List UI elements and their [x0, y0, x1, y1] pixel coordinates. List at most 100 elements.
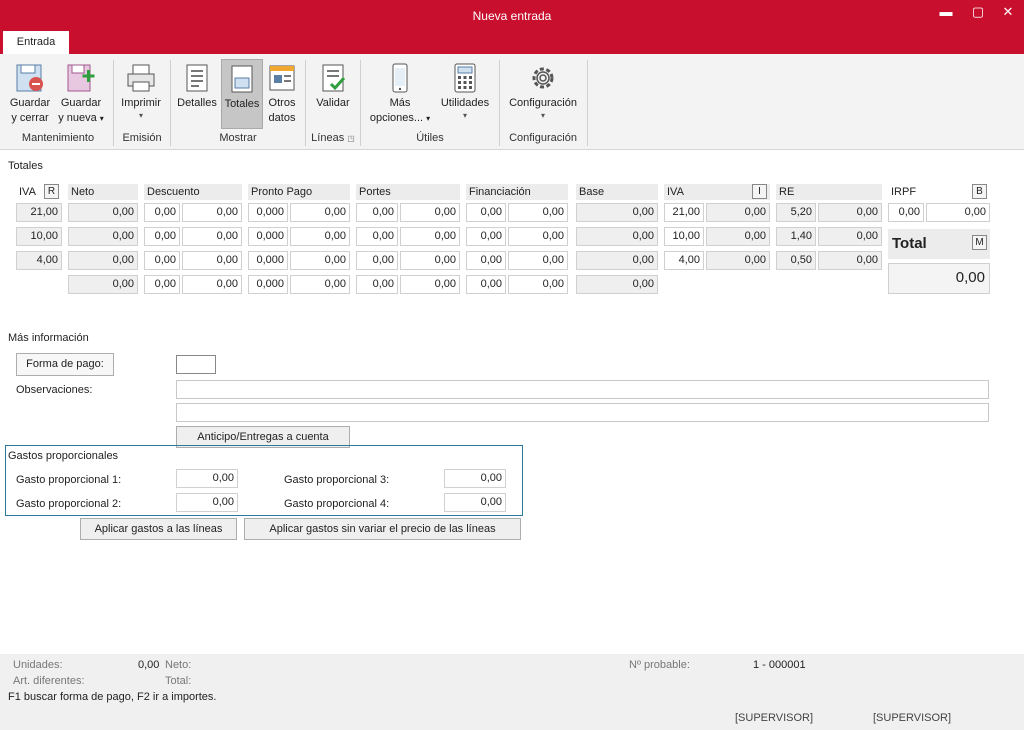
user-label-1: [SUPERVISOR]: [735, 712, 814, 724]
gasto-4-label: Gasto proporcional 4:: [284, 498, 390, 510]
detalles-label: Detalles: [177, 97, 217, 109]
iva-pct-input[interactable]: 10,00: [664, 227, 704, 246]
otros-datos-line2: datos: [268, 112, 296, 124]
header-neto: Neto: [68, 184, 138, 200]
descuento-pct-total-input[interactable]: 0,00: [144, 275, 180, 294]
irpf-input[interactable]: 0,00: [926, 203, 990, 222]
financiacion-input[interactable]: 0,00: [508, 251, 568, 270]
user-label-2: [SUPERVISOR]: [873, 712, 952, 724]
irpf-pct-input[interactable]: 0,00: [888, 203, 924, 222]
portes-pct-total-input[interactable]: 0,00: [356, 275, 398, 294]
group-emision: Emisión: [122, 132, 162, 144]
financiacion-pct-input[interactable]: 0,00: [466, 227, 506, 246]
group-lineas: Líneas ◳: [306, 132, 360, 144]
descuento-pct-input[interactable]: 0,00: [144, 227, 180, 246]
descuento-input[interactable]: 0,00: [182, 203, 242, 222]
financiacion-input[interactable]: 0,00: [508, 227, 568, 246]
descuento-input[interactable]: 0,00: [182, 251, 242, 270]
header-iva-cuota: IVA I: [664, 184, 770, 200]
portes-pct-input[interactable]: 0,00: [356, 203, 398, 222]
gasto-1-input[interactable]: 0,00: [176, 469, 238, 488]
totales-button[interactable]: Totales: [221, 59, 263, 129]
mas-opciones-line2: opciones...: [369, 112, 424, 124]
gear-icon: [532, 67, 554, 89]
gasto-3-label: Gasto proporcional 3:: [284, 474, 390, 486]
forma-pago-input[interactable]: [176, 355, 216, 374]
save-new-icon: [67, 64, 95, 92]
pronto-pago-pct-total-input[interactable]: 0,000: [248, 275, 288, 294]
detalles-button[interactable]: Detalles: [174, 62, 220, 111]
gasto-4-input[interactable]: 0,00: [444, 493, 506, 512]
financiacion-input[interactable]: 0,00: [508, 203, 568, 222]
portes-input[interactable]: 0,00: [400, 203, 460, 222]
totales-label: Totales: [224, 98, 260, 110]
pronto-pago-pct-input[interactable]: 0,000: [248, 203, 288, 222]
financiacion-pct-input[interactable]: 0,00: [466, 251, 506, 270]
chevron-down-icon: ▾: [99, 114, 104, 123]
chevron-down-icon: ▾: [540, 111, 545, 120]
financiacion-pct-input[interactable]: 0,00: [466, 203, 506, 222]
guardar-nueva-line2: y nueva: [58, 112, 97, 124]
guardar-cerrar-button[interactable]: Guardar y cerrar: [6, 62, 54, 126]
iva-pct-input[interactable]: 21,00: [664, 203, 704, 222]
forma-pago-button[interactable]: Forma de pago:: [16, 353, 114, 376]
total-m-badge[interactable]: M: [972, 235, 987, 250]
totals-document-icon: [231, 65, 253, 93]
header-financiacion: Financiación: [466, 184, 568, 200]
descuento-pct-input[interactable]: 0,00: [144, 203, 180, 222]
gastos-title: Gastos proporcionales: [8, 450, 119, 462]
ribbon-separator: [170, 60, 171, 146]
re-pct-cell: 1,40: [776, 227, 816, 246]
validar-button[interactable]: Validar: [310, 62, 356, 111]
gasto-2-input[interactable]: 0,00: [176, 493, 238, 512]
pronto-pago-input[interactable]: 0,00: [290, 203, 350, 222]
mas-opciones-button[interactable]: Más opciones... ▾: [364, 62, 436, 126]
printer-icon: [127, 64, 155, 92]
financiacion-pct-total-input[interactable]: 0,00: [466, 275, 506, 294]
maximize-icon[interactable]: ▢: [968, 4, 988, 20]
pronto-pago-input[interactable]: 0,00: [290, 251, 350, 270]
gasto-2-label: Gasto proporcional 2:: [16, 498, 122, 510]
close-icon[interactable]: ✕: [998, 4, 1018, 20]
pronto-pago-total-input[interactable]: 0,00: [290, 275, 350, 294]
portes-input[interactable]: 0,00: [400, 227, 460, 246]
re-cuota-cell: 0,00: [818, 203, 882, 222]
financiacion-total-input[interactable]: 0,00: [508, 275, 568, 294]
calculator-icon: [454, 63, 476, 93]
portes-input[interactable]: 0,00: [400, 251, 460, 270]
aplicar-gastos-button[interactable]: Aplicar gastos a las líneas: [80, 518, 237, 540]
gasto-3-input[interactable]: 0,00: [444, 469, 506, 488]
total-header: Total M: [888, 229, 990, 259]
portes-total-input[interactable]: 0,00: [400, 275, 460, 294]
pronto-pago-pct-input[interactable]: 0,000: [248, 227, 288, 246]
pronto-pago-input[interactable]: 0,00: [290, 227, 350, 246]
aplicar-gastos-sin-variar-button[interactable]: Aplicar gastos sin variar el precio de l…: [244, 518, 521, 540]
iva-pct-input[interactable]: 4,00: [664, 251, 704, 270]
iva-i-badge[interactable]: I: [752, 184, 767, 199]
window-title: Nueva entrada: [472, 9, 552, 23]
descuento-input[interactable]: 0,00: [182, 227, 242, 246]
tab-entrada[interactable]: Entrada: [3, 31, 69, 54]
configuracion-button[interactable]: Configuración ▾: [503, 62, 583, 121]
otros-datos-button[interactable]: Otros datos: [264, 62, 300, 126]
imprimir-button[interactable]: Imprimir ▾: [116, 62, 166, 121]
utilidades-button[interactable]: Utilidades ▾: [436, 62, 494, 121]
iva-rate-cell: 10,00: [16, 227, 62, 246]
observaciones-input-1[interactable]: [176, 380, 989, 399]
mas-info-section-title: Más información: [8, 332, 89, 344]
guardar-nueva-button[interactable]: Guardar y nueva ▾: [56, 62, 106, 126]
descuento-total-input[interactable]: 0,00: [182, 275, 242, 294]
descuento-pct-input[interactable]: 0,00: [144, 251, 180, 270]
dialog-launcher-icon[interactable]: ◳: [347, 134, 355, 143]
iva-r-badge[interactable]: R: [44, 184, 59, 199]
chevron-down-icon: ▾: [138, 111, 143, 120]
observaciones-input-2[interactable]: [176, 403, 989, 422]
neto-total-cell: 0,00: [68, 275, 138, 294]
header-re: RE: [776, 184, 882, 200]
portes-pct-input[interactable]: 0,00: [356, 251, 398, 270]
minimize-icon[interactable]: ▬: [936, 4, 956, 19]
irpf-b-badge[interactable]: B: [972, 184, 987, 199]
pronto-pago-pct-input[interactable]: 0,000: [248, 251, 288, 270]
total-value: 0,00: [888, 263, 990, 294]
portes-pct-input[interactable]: 0,00: [356, 227, 398, 246]
